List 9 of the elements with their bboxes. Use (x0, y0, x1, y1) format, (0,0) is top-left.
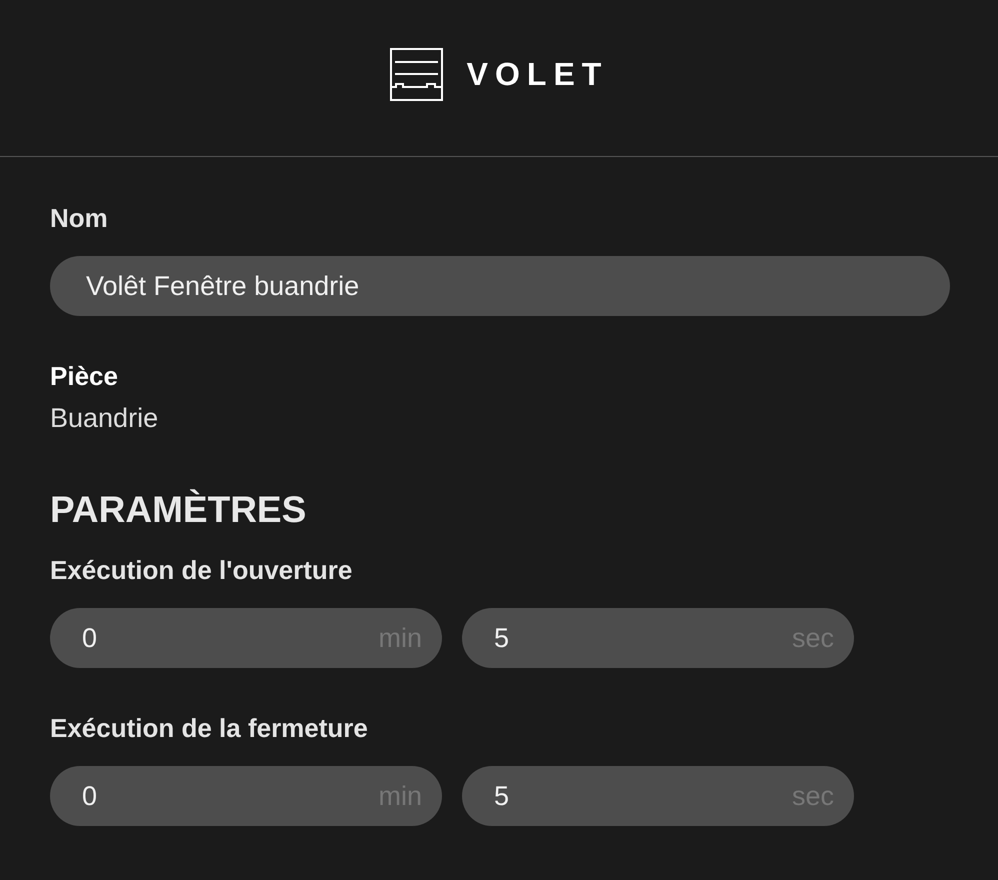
room-value: Buandrie (50, 403, 158, 433)
field-label: Exécution de la fermeture (50, 713, 368, 743)
name-input-field[interactable]: Volêt Fenêtre buandrie (50, 256, 950, 316)
field-label: Pièce (50, 361, 118, 391)
page-title: VOLET (466, 55, 608, 93)
field-label: Nom (50, 203, 108, 233)
shutter-icon (390, 48, 443, 100)
section-heading: PARAMÈTRES (50, 489, 306, 531)
field-label: Exécution de l'ouverture (50, 555, 352, 585)
